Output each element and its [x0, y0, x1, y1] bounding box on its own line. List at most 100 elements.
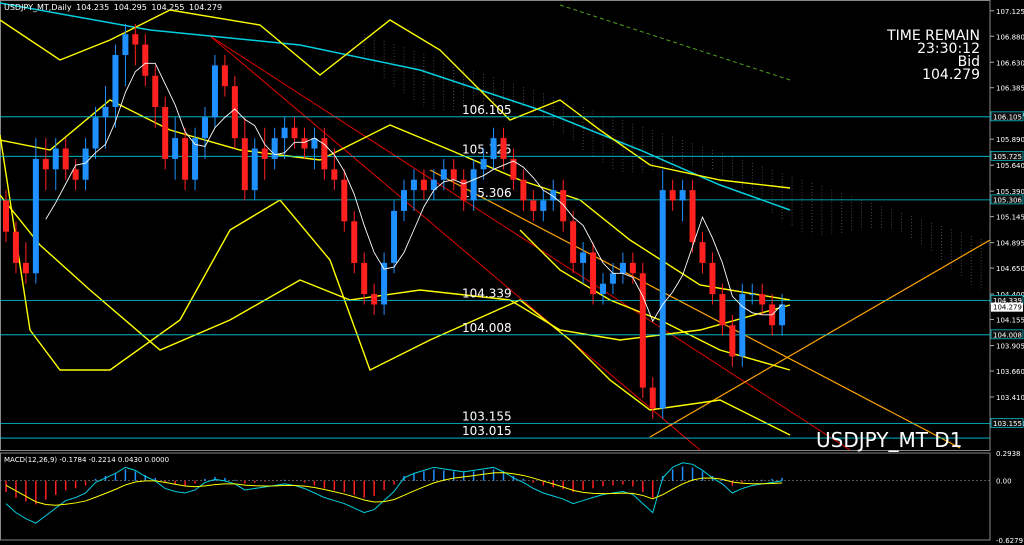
y-tick-label: 105.640: [996, 162, 1024, 170]
y-tick-label: 103.905: [996, 343, 1024, 351]
bear-candle: [182, 138, 189, 180]
y-tick-label: 104.155: [996, 317, 1024, 325]
bear-candle: [759, 294, 766, 305]
level-label: 104.008: [462, 321, 512, 335]
level-tag: 106.105: [993, 113, 1022, 121]
bull-candle: [251, 148, 258, 191]
bear-candle: [351, 221, 358, 263]
bull-candle: [172, 138, 179, 159]
bear-candle: [231, 86, 238, 139]
bull-candle: [470, 169, 477, 201]
bull-candle: [82, 148, 89, 180]
bear-candle: [719, 294, 726, 326]
bear-candle: [669, 190, 676, 201]
bid-price: 104.279: [922, 67, 980, 83]
level-label: 103.155: [462, 409, 512, 423]
bear-candle: [62, 148, 69, 170]
bull-candle: [391, 210, 398, 263]
ohlc-open: 104.235: [76, 3, 110, 12]
macd-signal-line: [5, 472, 783, 506]
macd-panel-frame: [0, 452, 991, 541]
bear-candle: [132, 34, 139, 45]
macd-tick-label: 0.00: [996, 478, 1012, 486]
support-trendline: [649, 239, 991, 438]
level-tag: 105.725: [993, 153, 1022, 161]
bollinger-band-3: [0, 134, 791, 436]
y-tick-label: 104.895: [996, 240, 1024, 248]
bull-candle: [271, 138, 278, 159]
bear-candle: [261, 148, 268, 159]
level-label: 104.339: [462, 286, 512, 300]
bear-candle: [689, 190, 696, 243]
y-tick-label: 105.145: [996, 214, 1024, 222]
bull-candle: [600, 283, 606, 295]
ohlc-high: 104.295: [113, 3, 147, 12]
bear-candle: [570, 221, 577, 263]
level-label: 105.306: [462, 186, 512, 200]
bull-candle: [580, 252, 587, 263]
y-tick-label: 107.125: [996, 8, 1024, 16]
bear-candle: [629, 262, 636, 274]
level-tag: 103.155: [993, 420, 1022, 428]
bull-candle: [440, 169, 447, 180]
channel-line-lower: [209, 35, 701, 451]
long-ma-line: [559, 4, 791, 81]
bear-candle: [12, 231, 19, 263]
bull-candle: [609, 273, 616, 284]
ohlc-close: 104.279: [189, 3, 223, 12]
level-label: 103.015: [462, 424, 512, 438]
bear-candle: [42, 158, 49, 170]
bear-candle: [450, 169, 457, 180]
bear-candle: [331, 169, 338, 180]
bear-candle: [22, 262, 29, 274]
bear-candle: [301, 138, 308, 149]
bear-candle: [3, 200, 9, 232]
bear-candle: [530, 200, 537, 211]
bear-candle: [729, 325, 736, 357]
bear-candle: [221, 65, 228, 87]
chart-header: USDJPY_MT,Daily 104.235 104.295 104.255 …: [4, 3, 224, 12]
y-tick-label: 106.385: [996, 85, 1024, 93]
level-label: 106.105: [462, 103, 512, 117]
bull-candle: [749, 294, 756, 296]
y-tick-label: 106.880: [996, 33, 1024, 41]
bull-candle: [410, 179, 417, 191]
bull-candle: [92, 117, 99, 149]
bull-candle: [102, 106, 109, 118]
bear-candle: [152, 75, 159, 107]
bollinger-band-0: [0, 9, 791, 189]
bull-candle: [122, 34, 129, 55]
y-tick-label: 103.410: [996, 394, 1024, 402]
time-remain-panel: TIME REMAIN 23:30:12 Bid 104.279: [887, 29, 980, 83]
bear-candle: [241, 138, 248, 191]
chart-window: 107.125106.880106.630106.385106.135105.8…: [0, 0, 1024, 545]
y-tick-label: 105.890: [996, 136, 1024, 144]
bear-candle: [291, 127, 298, 139]
bull-candle: [679, 190, 686, 201]
bull-candle: [480, 158, 487, 170]
bear-candle: [341, 179, 348, 222]
bull-candle: [659, 190, 666, 409]
bear-candle: [590, 252, 597, 295]
bull-candle: [401, 190, 407, 211]
symbol-label: USDJPY_MT,Daily: [4, 3, 72, 12]
channel-line-upper: [209, 35, 851, 451]
bull-candle: [32, 158, 39, 274]
current-price-tag: 104.279: [993, 304, 1022, 312]
bollinger-band-4: [519, 229, 791, 371]
bear-candle: [639, 273, 646, 388]
bear-candle: [420, 179, 427, 191]
bear-candle: [709, 262, 716, 295]
bear-candle: [361, 262, 368, 295]
symbol-watermark: USDJPY_MT D1: [816, 428, 963, 452]
y-tick-label: 104.650: [996, 265, 1024, 273]
bear-candle: [162, 106, 169, 159]
level-tag: 105.306: [993, 196, 1022, 204]
bull-candle: [112, 54, 119, 107]
bull-candle: [490, 138, 497, 159]
ohlc-low: 104.255: [151, 3, 185, 12]
bull-candle: [779, 304, 786, 326]
bull-candle: [281, 127, 288, 139]
bear-candle: [500, 138, 507, 159]
bear-candle: [520, 179, 527, 201]
